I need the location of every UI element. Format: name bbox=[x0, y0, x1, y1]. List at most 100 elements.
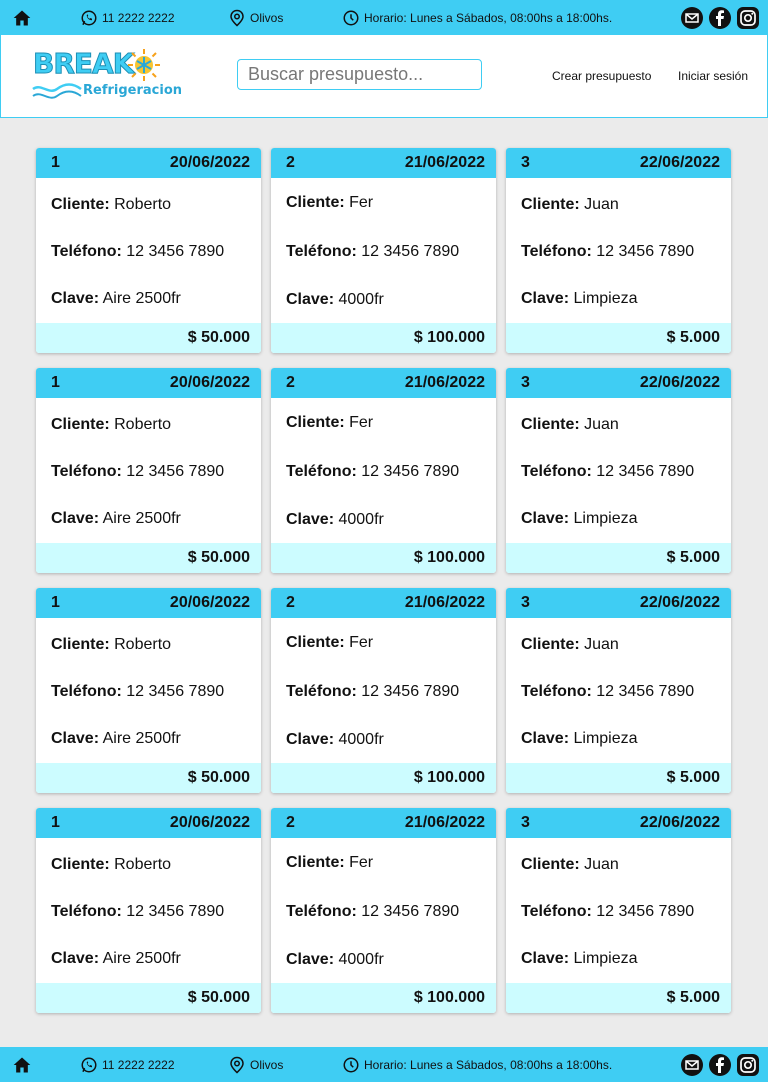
budget-id: 3 bbox=[521, 594, 530, 611]
client-row: Cliente: Juan bbox=[521, 856, 619, 874]
budget-card[interactable]: 2 21/06/2022 Cliente: Fer Teléfono: 12 3456… bbox=[271, 148, 496, 353]
login-link[interactable]: Iniciar sesión bbox=[678, 69, 748, 83]
budget-card[interactable]: 2 21/06/2022 Cliente: Fer Teléfono: 12 3456… bbox=[271, 368, 496, 573]
budget-card[interactable]: 3 22/06/2022 Cliente: Juan Teléfono: 12 345… bbox=[506, 368, 731, 573]
client-row: Cliente: Roberto bbox=[51, 196, 171, 214]
key-value: Limpieza bbox=[573, 290, 638, 307]
client-label: Cliente: bbox=[286, 634, 345, 651]
logo[interactable]: BREAK Refrigeracion bbox=[31, 45, 182, 107]
search-bar bbox=[237, 59, 482, 90]
clock-icon bbox=[343, 10, 359, 25]
key-value: Aire 2500fr bbox=[102, 290, 181, 307]
client-row: Cliente: Roberto bbox=[51, 856, 171, 874]
card-footer: $ 5.000 bbox=[506, 763, 731, 793]
facebook-icon[interactable] bbox=[708, 1053, 732, 1077]
key-value: Aire 2500fr bbox=[102, 510, 181, 527]
client-value: Juan bbox=[584, 416, 619, 433]
key-row: Clave: Aire 2500fr bbox=[51, 950, 181, 968]
phone-label: Teléfono: bbox=[286, 903, 357, 920]
budget-amount: $ 5.000 bbox=[666, 769, 720, 786]
client-row: Cliente: Juan bbox=[521, 416, 619, 434]
card-header: 3 22/06/2022 bbox=[506, 588, 731, 618]
email-icon[interactable] bbox=[680, 6, 704, 30]
phone-row: Teléfono: 12 3456 7890 bbox=[521, 463, 694, 481]
budget-grid: 1 20/06/2022 Cliente: Roberto Teléfono: 12 … bbox=[36, 148, 731, 1013]
key-label: Clave: bbox=[51, 510, 100, 527]
budget-card[interactable]: 2 21/06/2022 Cliente: Fer Teléfono: 12 3456… bbox=[271, 588, 496, 793]
budget-amount: $ 50.000 bbox=[187, 549, 250, 566]
budget-amount: $ 5.000 bbox=[666, 989, 720, 1006]
budget-card[interactable]: 3 22/06/2022 Cliente: Juan Teléfono: 12 345… bbox=[506, 808, 731, 1013]
email-icon[interactable] bbox=[680, 1053, 704, 1077]
search-input[interactable] bbox=[238, 60, 481, 89]
card-header: 1 20/06/2022 bbox=[36, 588, 261, 618]
phone-row: Teléfono: 12 3456 7890 bbox=[286, 243, 459, 261]
card-footer: $ 50.000 bbox=[36, 983, 261, 1013]
wave-decoration bbox=[32, 83, 82, 99]
card-header: 2 21/06/2022 bbox=[271, 148, 496, 178]
key-value: Limpieza bbox=[573, 950, 638, 967]
location-info: Olivos bbox=[228, 1055, 283, 1075]
card-header: 3 22/06/2022 bbox=[506, 808, 731, 838]
budget-id: 2 bbox=[286, 374, 295, 391]
budget-amount: $ 100.000 bbox=[413, 549, 485, 566]
budget-card[interactable]: 2 21/06/2022 Cliente: Fer Teléfono: 12 3456… bbox=[271, 808, 496, 1013]
card-header: 3 22/06/2022 bbox=[506, 368, 731, 398]
budget-date: 20/06/2022 bbox=[169, 814, 250, 831]
budget-card[interactable]: 3 22/06/2022 Cliente: Juan Teléfono: 12 345… bbox=[506, 588, 731, 793]
client-label: Cliente: bbox=[521, 416, 580, 433]
budget-amount: $ 100.000 bbox=[413, 769, 485, 786]
location-pin-icon bbox=[230, 9, 244, 26]
key-row: Clave: Aire 2500fr bbox=[51, 290, 181, 308]
home-icon[interactable] bbox=[12, 1055, 32, 1075]
client-label: Cliente: bbox=[286, 194, 345, 211]
logo-sub-text: Refrigeracion bbox=[83, 83, 183, 98]
phone-row: Teléfono: 12 3456 7890 bbox=[521, 683, 694, 701]
client-value: Roberto bbox=[114, 636, 172, 653]
phone-row: Teléfono: 12 3456 7890 bbox=[51, 463, 224, 481]
key-label: Clave: bbox=[521, 510, 570, 527]
card-header: 3 22/06/2022 bbox=[506, 148, 731, 178]
client-row: Cliente: Fer bbox=[286, 854, 373, 872]
budget-card[interactable]: 1 20/06/2022 Cliente: Roberto Teléfono: 12 … bbox=[36, 588, 261, 793]
budget-date: 22/06/2022 bbox=[639, 814, 720, 831]
phone-label: Teléfono: bbox=[521, 243, 592, 260]
key-label: Clave: bbox=[521, 290, 570, 307]
budget-date: 22/06/2022 bbox=[639, 374, 720, 391]
card-footer: $ 5.000 bbox=[506, 983, 731, 1013]
key-row: Clave: 4000fr bbox=[286, 731, 384, 749]
hours-text: Horario: Lunes a Sábados, 08:00hs a 18:0… bbox=[364, 10, 613, 25]
budget-date: 22/06/2022 bbox=[639, 154, 720, 171]
budget-card[interactable]: 1 20/06/2022 Cliente: Roberto Teléfono: 12 … bbox=[36, 368, 261, 573]
client-row: Cliente: Fer bbox=[286, 634, 373, 652]
key-label: Clave: bbox=[521, 730, 570, 747]
facebook-icon[interactable] bbox=[708, 6, 732, 30]
budget-card[interactable]: 1 20/06/2022 Cliente: Roberto Teléfono: 12 … bbox=[36, 148, 261, 353]
key-row: Clave: Limpieza bbox=[521, 510, 638, 528]
budget-amount: $ 100.000 bbox=[413, 989, 485, 1006]
instagram-icon[interactable] bbox=[736, 1053, 760, 1077]
phone-info: 11 2222 2222 bbox=[80, 1056, 175, 1074]
create-budget-link[interactable]: Crear presupuesto bbox=[552, 69, 651, 83]
key-label: Clave: bbox=[286, 731, 335, 748]
phone-label: Teléfono: bbox=[521, 683, 592, 700]
home-icon[interactable] bbox=[12, 8, 32, 28]
card-footer: $ 100.000 bbox=[271, 983, 496, 1013]
card-header: 2 21/06/2022 bbox=[271, 808, 496, 838]
key-row: Clave: Limpieza bbox=[521, 730, 638, 748]
budget-card[interactable]: 1 20/06/2022 Cliente: Roberto Teléfono: 12 … bbox=[36, 808, 261, 1013]
phone-value: 12 3456 7890 bbox=[596, 463, 695, 480]
key-value: Limpieza bbox=[573, 510, 638, 527]
phone-row: Teléfono: 12 3456 7890 bbox=[51, 683, 224, 701]
instagram-icon[interactable] bbox=[736, 6, 760, 30]
clock-icon bbox=[343, 1057, 359, 1072]
key-label: Clave: bbox=[286, 511, 335, 528]
budget-date: 21/06/2022 bbox=[404, 374, 485, 391]
budget-id: 1 bbox=[51, 154, 60, 171]
client-label: Cliente: bbox=[51, 856, 110, 873]
budget-id: 2 bbox=[286, 594, 295, 611]
card-footer: $ 100.000 bbox=[271, 323, 496, 353]
budget-card[interactable]: 3 22/06/2022 Cliente: Juan Teléfono: 12 345… bbox=[506, 148, 731, 353]
hours-text: Horario: Lunes a Sábados, 08:00hs a 18:0… bbox=[364, 1057, 613, 1072]
card-footer: $ 100.000 bbox=[271, 763, 496, 793]
